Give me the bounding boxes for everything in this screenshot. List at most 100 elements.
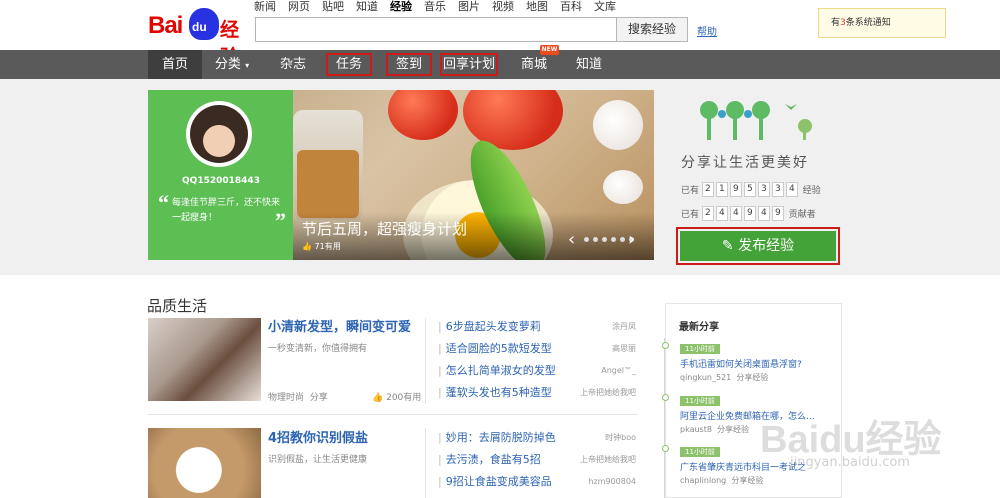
divider [148,414,638,415]
nav-checkin[interactable]: 签到 [386,53,432,76]
thumb-up-icon: 👍 [372,393,384,403]
counter-digit: 2 [701,206,714,221]
banner-prev-icon[interactable]: ‹ [568,229,575,250]
divider [425,428,426,498]
related-list: 妙用：去屑防脱防掉色时钟boo 去污渍，食盐有5招上帝把她给我吧 9招让食盐变成… [438,427,638,493]
system-notice[interactable]: 有3条系统通知 [818,8,946,38]
edit-icon: ✎ [721,238,734,254]
baidu-jingyan-logo[interactable]: Bai du 经验 [148,8,256,68]
watermark-url: jingyan.baidu.com [790,455,910,470]
latest-shares-title: 最新分享 [679,322,719,333]
nav-home[interactable]: 首页 [148,50,202,79]
list-item[interactable]: 6步盘起头发变萝莉涂丹凤 [438,316,638,338]
related-list: 6步盘起头发变萝莉涂丹凤 适合圆脸的5款短发型高思丽 怎么扎简单淑女的发型Ang… [438,316,638,404]
garlic-illustration [593,100,643,150]
main-navbar: 首页 分类 ▾ 杂志 任务 签到 回享计划 商城 知道 [0,50,1000,79]
new-badge: NEW [540,45,559,55]
quote-close-icon: ” [275,208,286,233]
banner-pagination [584,237,634,242]
top-nav-image[interactable]: 图片 [458,0,480,14]
top-nav-wenku[interactable]: 文库 [594,0,616,14]
list-item[interactable]: 蓬软头发也有5种造型上帝把她给我吧 [438,382,638,404]
nav-category[interactable]: 分类 ▾ [208,50,256,79]
list-item[interactable]: 去污渍，食盐有5招上帝把她给我吧 [438,449,638,471]
counter-digit: 3 [757,182,770,197]
counter-digit: 4 [715,206,728,221]
search-input[interactable] [255,17,617,42]
banner-next-icon[interactable]: › [628,229,635,250]
spice-illustration [297,150,359,218]
timeline-dot [662,394,669,401]
timeline-line [664,338,665,498]
top-nav-map[interactable]: 地图 [526,0,548,14]
counter-digit: 9 [771,206,784,221]
top-nav-web[interactable]: 网页 [288,0,310,14]
top-nav-video[interactable]: 视频 [492,0,514,14]
article-title[interactable]: 4招教你识别假盐 [268,427,368,446]
counter-digit: 4 [785,182,798,197]
counter-digit: 5 [743,182,756,197]
logo-bai: Bai [148,12,183,39]
banner-dot[interactable] [620,237,625,242]
banner-useful-count: 👍 71有用 [302,242,341,251]
article-title[interactable]: 小清新发型，瞬间变可爱 [268,316,411,335]
entry-meta: chaplinlong 分享经验 [680,476,764,485]
nav-magazine[interactable]: 杂志 [270,50,316,79]
divider [425,318,426,404]
top-nav-music[interactable]: 音乐 [424,0,446,14]
publish-experience-button[interactable]: ✎ 发布经验 [676,227,840,265]
timeline-dot [662,445,669,452]
entry-time: 11小时前 [680,396,720,406]
paw-icon: du [189,8,219,40]
counter-digit: 4 [729,206,742,221]
section-title: 品质生活 [147,297,208,315]
article-desc: 识别假盐，让生活更健康 [268,455,368,465]
top-nav-zhidao[interactable]: 知道 [356,0,378,14]
experience-counter: 已有 2195334 经验 [681,182,821,197]
banner-dot[interactable] [593,237,598,242]
nav-task[interactable]: 任务 [326,53,372,76]
chevron-down-icon: ▾ [245,61,250,70]
entry-time: 11小时前 [680,344,720,354]
article-meta: 物理时尚 分享 [268,393,328,403]
trees-illustration [700,101,812,140]
top-nav-news[interactable]: 新闻 [254,0,276,14]
article-useful: 👍 200有用 [372,393,422,403]
banner-dot[interactable] [584,237,589,242]
article-desc: 一秒变清新，你值得拥有 [268,344,368,354]
article-thumbnail[interactable] [148,428,261,498]
help-link[interactable]: 帮助 [697,23,717,38]
top-nav-links: 新闻 网页 贴吧 知道 经验 音乐 图片 视频 地图 百科 文库 [254,0,628,14]
latest-entry: 11小时前 手机迅雷如何关闭桌面悬浮窗? qingkun_521 分享经验 [662,340,840,383]
list-item[interactable]: 怎么扎简单淑女的发型Angel™_ [438,360,638,382]
search-button[interactable]: 搜索经验 [616,17,688,42]
timeline-dot [662,342,669,349]
avatar[interactable] [186,101,252,167]
counter-digit: 9 [729,182,742,197]
quote-open-icon: “ [158,190,169,215]
counter-digit: 9 [743,206,756,221]
garlic-illustration [603,170,643,204]
slogan: 分享让生活更美好 [681,155,809,171]
list-item[interactable]: 妙用：去屑防脱防掉色时钟boo [438,427,638,449]
banner-dot[interactable] [611,237,616,242]
profile-username[interactable]: QQ1520018443 [148,176,294,186]
top-nav-tieba[interactable]: 贴吧 [322,0,344,14]
list-item[interactable]: 适合圆脸的5款短发型高思丽 [438,338,638,360]
entry-meta: qingkun_521 分享经验 [680,373,769,382]
banner-dot[interactable] [602,237,607,242]
counter-digit: 1 [715,182,728,197]
nav-zhidao[interactable]: 知道 [568,50,610,79]
banner-title[interactable]: 节后五周，超强瘦身计划 [302,218,467,239]
counter-digit: 3 [771,182,784,197]
header: Bai du 经验 新闻 网页 贴吧 知道 经验 音乐 图片 视频 地图 百科 … [0,0,1000,68]
entry-title[interactable]: 手机迅雷如何关闭桌面悬浮窗? [680,357,840,370]
article-thumbnail[interactable] [148,318,261,401]
list-item[interactable]: 9招让食盐变成美容品hzm900804 [438,471,638,493]
thumb-up-icon: 👍 [302,242,312,251]
nav-reward-plan[interactable]: 回享计划 [440,53,498,76]
profile-quote: “ 每逢佳节胖三斤，还不快来一起瘦身！ ” [158,190,286,233]
tomato-illustration [388,90,458,140]
top-nav-baike[interactable]: 百科 [560,0,582,14]
top-nav-jingyan[interactable]: 经验 [390,0,412,14]
